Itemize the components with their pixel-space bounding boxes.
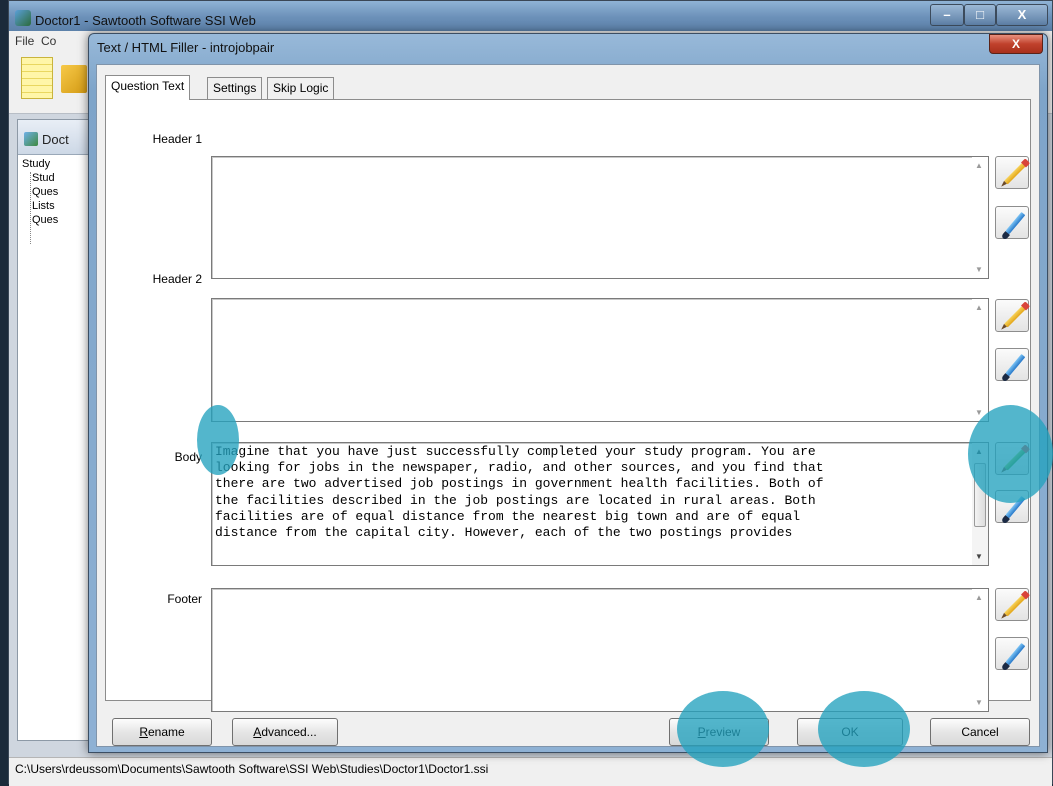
header2-label: Header 2 — [152, 272, 202, 286]
paintbrush-icon — [1004, 495, 1026, 520]
body-label: Body — [174, 450, 202, 464]
header2-html-button[interactable] — [995, 348, 1029, 381]
pencil-icon — [1004, 594, 1026, 617]
body-scrollbar[interactable]: ▲ ▼ — [972, 443, 988, 565]
tree-item-study-settings[interactable]: Stud — [32, 172, 55, 184]
body-textbox[interactable]: Imagine that you have just successfully … — [211, 442, 989, 566]
dialog-close-button[interactable]: X — [989, 34, 1043, 54]
scroll-up-arrow-icon[interactable]: ▲ — [975, 161, 983, 170]
header2-scrollbar[interactable]: ▲ ▼ — [972, 299, 988, 421]
footer-edit-button[interactable] — [995, 588, 1029, 621]
header1-html-button[interactable] — [995, 206, 1029, 239]
footer-textbox[interactable]: ▲ ▼ — [211, 588, 989, 712]
pencil-icon — [1004, 448, 1026, 471]
ok-button[interactable]: OK — [797, 718, 903, 746]
tree-item-questionnaire[interactable]: Ques — [32, 214, 58, 226]
body-html-button[interactable] — [995, 490, 1029, 523]
scroll-up-arrow-icon[interactable]: ▲ — [975, 303, 983, 312]
app-icon — [15, 10, 31, 26]
new-document-icon[interactable] — [21, 57, 53, 99]
dialog-title: Text / HTML Filler - introjobpair — [97, 40, 275, 55]
header2-textbox[interactable]: ▲ ▼ — [211, 298, 989, 422]
scroll-down-arrow-icon[interactable]: ▼ — [975, 552, 983, 561]
maximize-button[interactable]: □ — [964, 4, 996, 26]
rename-button[interactable]: Rename — [112, 718, 212, 746]
tree-item-questions[interactable]: Ques — [32, 186, 58, 198]
body-scroll-thumb[interactable] — [974, 463, 986, 527]
main-close-button[interactable]: X — [996, 4, 1048, 26]
scroll-down-arrow-icon[interactable]: ▼ — [975, 698, 983, 707]
tree-item-study[interactable]: Study — [22, 158, 50, 170]
tab-question-text[interactable]: Question Text — [105, 75, 191, 100]
text-html-filler-dialog: Text / HTML Filler - introjobpair X Ques… — [88, 33, 1048, 753]
tab-skip-logic[interactable]: Skip Logic — [267, 77, 335, 99]
pencil-icon — [1004, 305, 1026, 328]
body-text-content[interactable]: Imagine that you have just successfully … — [215, 444, 963, 560]
footer-scrollbar[interactable]: ▲ ▼ — [972, 589, 988, 711]
menu-file[interactable]: File — [15, 34, 34, 48]
study-icon — [24, 132, 38, 146]
pencil-icon — [1004, 162, 1026, 185]
preview-button[interactable]: Preview — [669, 718, 769, 746]
advanced-button[interactable]: Advanced... — [232, 718, 338, 746]
open-folder-icon[interactable] — [61, 65, 87, 93]
dialog-client-area: Question Text Settings Skip Logic Header… — [96, 64, 1040, 747]
tab-settings[interactable]: Settings — [207, 77, 263, 99]
status-file-path: C:\Users\rdeussom\Documents\Sawtooth Sof… — [15, 762, 489, 776]
scroll-up-arrow-icon[interactable]: ▲ — [975, 593, 983, 602]
header1-textbox[interactable]: ▲ ▼ — [211, 156, 989, 279]
body-edit-button[interactable] — [995, 442, 1029, 475]
paintbrush-icon — [1004, 211, 1026, 236]
tree-item-lists[interactable]: Lists — [32, 200, 55, 212]
menu-co[interactable]: Co — [41, 34, 56, 48]
paintbrush-icon — [1004, 353, 1026, 378]
footer-label: Footer — [167, 592, 202, 606]
main-window-title: Doctor1 - Sawtooth Software SSI Web — [35, 13, 256, 28]
study-navigator-title: Doct — [42, 132, 69, 147]
status-bar: C:\Users\rdeussom\Documents\Sawtooth Sof… — [9, 757, 1052, 786]
main-titlebar: Doctor1 - Sawtooth Software SSI Web – □ … — [9, 1, 1052, 31]
cancel-button[interactable]: Cancel — [930, 718, 1030, 746]
footer-html-button[interactable] — [995, 637, 1029, 670]
question-text-panel: Header 1 ▲ ▼ Header 2 ▲ ▼ Body Imagine t… — [105, 99, 1031, 712]
minimize-button[interactable]: – — [930, 4, 964, 26]
paintbrush-icon — [1004, 642, 1026, 667]
scroll-up-arrow-icon[interactable]: ▲ — [975, 447, 983, 456]
scroll-down-arrow-icon[interactable]: ▼ — [975, 265, 983, 274]
header1-label: Header 1 — [152, 132, 202, 146]
header1-edit-button[interactable] — [995, 156, 1029, 189]
header2-edit-button[interactable] — [995, 299, 1029, 332]
scroll-down-arrow-icon[interactable]: ▼ — [975, 408, 983, 417]
header1-scrollbar[interactable]: ▲ ▼ — [972, 157, 988, 278]
